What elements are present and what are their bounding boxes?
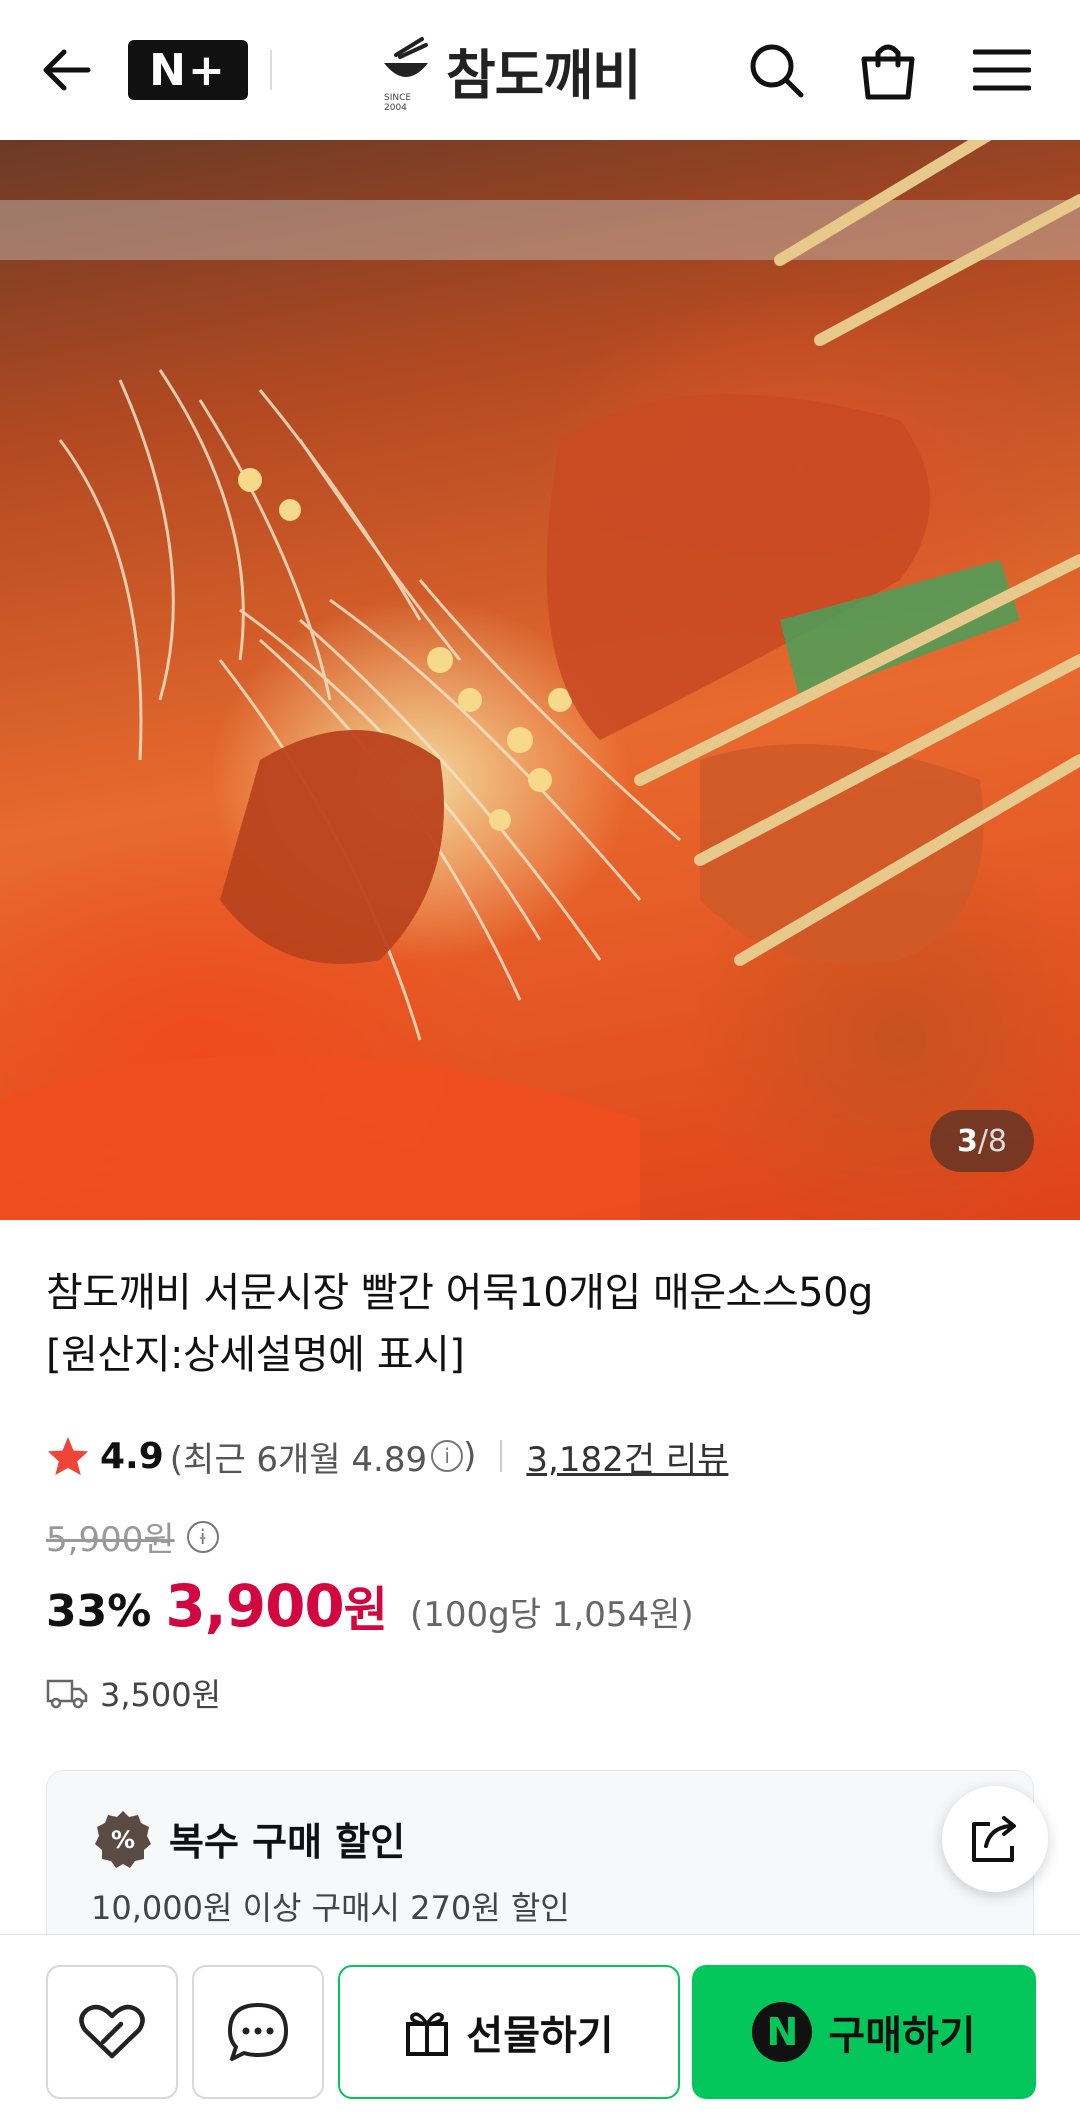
product-title-line2: [원산지:상세설명에 표시] [46,1332,465,1378]
bottom-action-bar: 선물하기 N 구매하기 [0,1934,1080,2126]
naver-pay-n-icon: N [752,2002,813,2062]
discount-rate: 33% [46,1586,152,1637]
image-page-counter: 3/8 [930,1110,1034,1172]
gift-button[interactable]: 선물하기 [338,1965,680,2099]
rating-divider [500,1440,503,1472]
original-price-row: 5,900원 i [46,1512,219,1561]
back-arrow-icon[interactable] [34,38,98,102]
brand-name: 참도깨비 [446,43,642,107]
food-photo-illustration [0,140,1080,1220]
review-count-link[interactable]: 3,182건 리뷰 [526,1432,728,1481]
svg-text:%: % [111,1826,135,1854]
rating-row: 4.9 (최근 6개월 4.89 i ) 3,182건 리뷰 [46,1426,728,1486]
header-divider [270,50,272,90]
total-image-count: /8 [977,1123,1008,1159]
nplus-membership-badge[interactable]: N+ [128,40,248,100]
gift-button-label: 선물하기 [466,2013,614,2059]
search-icon[interactable] [744,38,808,102]
product-title-line1: 참도깨비 서문시장 빨간 어묵10개입 매운소스50g [46,1270,873,1316]
rating-score: 4.9 [100,1435,164,1477]
share-icon [972,1816,1016,1862]
discount-badge-icon: % [95,1811,151,1868]
brand-since-text: SINCE 2004 [384,93,412,113]
product-title: 참도깨비 서문시장 빨간 어묵10개입 매운소스50g [원산지:상세설명에 표… [46,1262,1036,1386]
unit-price: (100g당 1,054원) [409,1595,694,1635]
inquiry-chat-button[interactable] [192,1965,324,2099]
product-image[interactable] [0,140,1080,1220]
promo-title: 복수 구매 할인 [169,1820,406,1864]
top-navigation-bar: N+ SINCE 2004 참도깨비 [0,0,1080,141]
gift-icon [406,2012,449,2056]
price-currency: 원 [343,1582,388,1638]
info-icon[interactable]: i [431,1440,464,1472]
recent-rating-text: (최근 6개월 4.89 [169,1439,428,1480]
star-icon [47,1436,89,1476]
price-row: 33% 3,900 원 (100g당 1,054원) [46,1570,694,1650]
buy-button[interactable]: N 구매하기 [692,1965,1036,2099]
share-button[interactable] [942,1786,1048,1892]
bowl-logo-icon: SINCE 2004 [378,35,434,113]
promo-description: 10,000원 이상 구매시 270원 할인 [91,1889,570,1927]
wishlist-button[interactable] [46,1965,178,2099]
current-image-index: 3 [956,1123,978,1159]
shipping-row: 3,500원 [46,1668,221,1718]
delivery-truck-icon [46,1679,88,1709]
shopping-bag-icon[interactable] [856,38,920,102]
recent-rating-close: ) [463,1436,477,1476]
chat-bubble-icon [228,2003,288,2061]
buy-button-label: 구매하기 [828,2013,976,2059]
original-price: 5,900원 [46,1520,175,1560]
sale-price: 3,900 [165,1572,344,1640]
store-logo[interactable]: SINCE 2004 참도깨비 [378,30,642,113]
price-info-icon[interactable]: i [186,1520,219,1553]
shipping-fee: 3,500원 [100,1676,222,1714]
heart-icon [79,2004,145,2059]
menu-icon[interactable] [970,38,1034,102]
